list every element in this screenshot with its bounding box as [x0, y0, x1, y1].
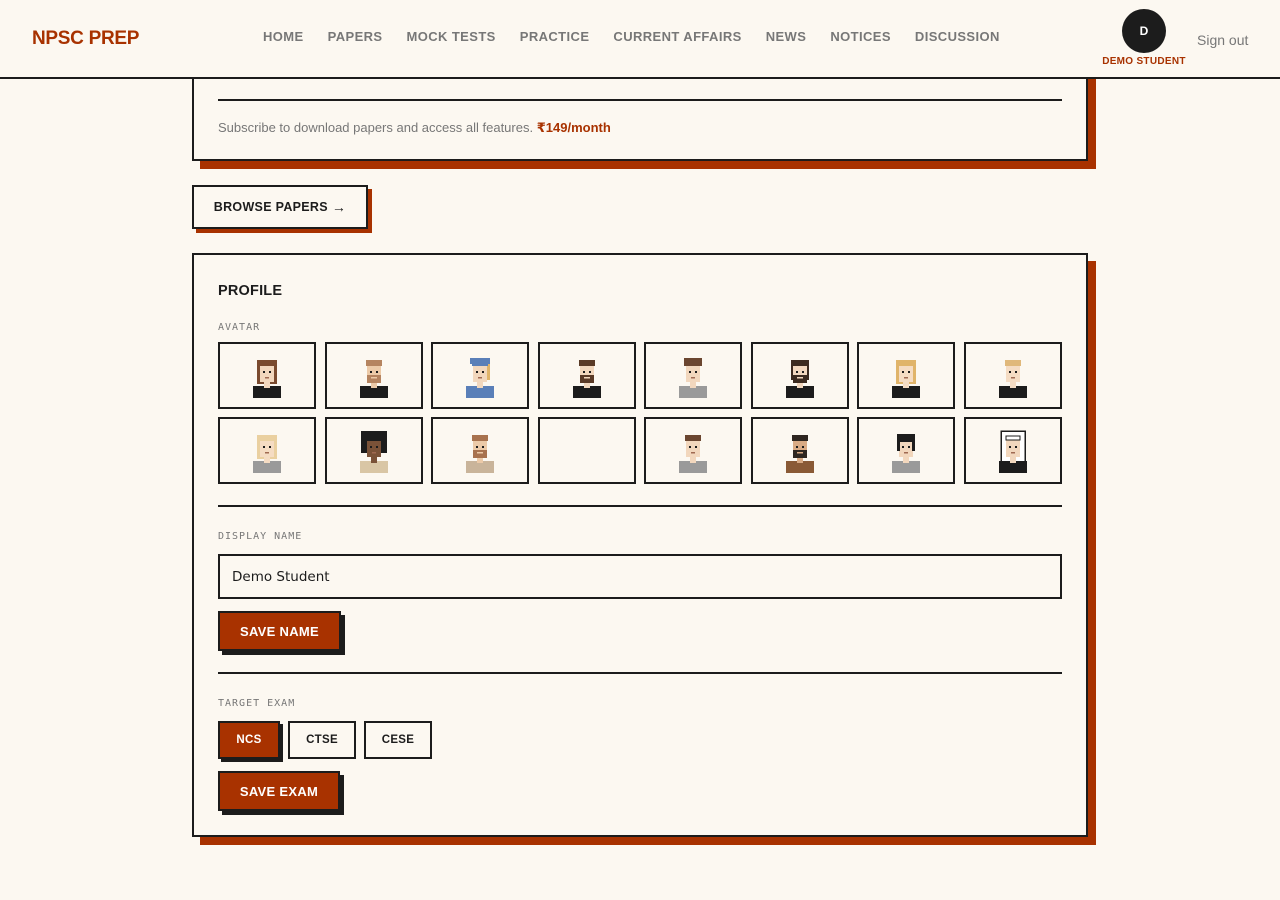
browse-papers-label: BROWSE PAPERS: [213, 200, 328, 214]
person-avatar-icon: [462, 354, 498, 398]
avatar-option-16[interactable]: [963, 417, 1062, 484]
nav-item-news[interactable]: NEWS: [766, 29, 807, 44]
target-exam-label: TARGET EXAM: [218, 698, 296, 709]
nav-item-practice[interactable]: PRACTICE: [520, 29, 590, 44]
display-name-input[interactable]: [218, 554, 1062, 599]
person-avatar-icon: [782, 429, 818, 473]
avatar-option-13[interactable]: [644, 417, 742, 484]
person-avatar-icon: [462, 429, 498, 473]
avatar-option-10[interactable]: [324, 417, 423, 484]
person-avatar-icon: [995, 354, 1031, 398]
nav-item-notices[interactable]: NOTICES: [830, 29, 891, 44]
top-navbar: NPSC PREP HOME PAPERS MOCK TESTS PRACTIC…: [0, 0, 1280, 79]
arrow-right-icon: →: [331, 199, 347, 215]
person-avatar-icon: [888, 354, 924, 398]
profile-card: PROFILE AVATAR DISPLAY NAME SAVE NAME TA…: [192, 253, 1088, 837]
avatar-option-14[interactable]: [750, 417, 849, 484]
user-avatar[interactable]: D: [1122, 9, 1166, 53]
user-display-name: DEMO STUDENT: [1102, 56, 1186, 67]
person-avatar-icon: [675, 429, 711, 473]
avatar-option-11[interactable]: [431, 417, 529, 484]
exam-option-cese[interactable]: CESE: [364, 721, 432, 759]
person-avatar-icon: [569, 354, 605, 398]
avatar-option-12[interactable]: [537, 417, 636, 484]
avatar-option-1[interactable]: [218, 342, 316, 409]
save-name-button[interactable]: SAVE NAME: [218, 611, 341, 651]
avatar-option-3[interactable]: [431, 342, 529, 409]
nav-item-home[interactable]: HOME: [263, 29, 304, 44]
avatar-option-5[interactable]: [644, 342, 742, 409]
nav-item-current-affairs[interactable]: CURRENT AFFAIRS: [613, 29, 741, 44]
person-avatar-icon: [249, 429, 285, 473]
brand-logo[interactable]: NPSC PREP: [32, 28, 139, 50]
person-avatar-icon: [675, 354, 711, 398]
divider: [218, 505, 1062, 507]
person-avatar-icon: [356, 429, 392, 473]
save-exam-button[interactable]: SAVE EXAM: [218, 771, 340, 811]
divider: [218, 99, 1062, 101]
exam-option-ncs[interactable]: NCS: [218, 721, 280, 759]
sign-out-link[interactable]: Sign out: [1197, 32, 1248, 48]
avatar-option-7[interactable]: [857, 342, 955, 409]
nav-item-papers[interactable]: PAPERS: [328, 29, 383, 44]
nav-item-mock-tests[interactable]: MOCK TESTS: [407, 29, 496, 44]
person-avatar-icon: [782, 354, 818, 398]
divider: [218, 672, 1062, 674]
person-avatar-icon: [249, 354, 285, 398]
avatar-option-6[interactable]: [750, 342, 849, 409]
avatar-option-15[interactable]: [857, 417, 955, 484]
subscription-message: Subscribe to download papers and access …: [218, 120, 611, 136]
avatar-option-2[interactable]: [324, 342, 423, 409]
avatar-label: AVATAR: [218, 322, 261, 333]
subscription-text: Subscribe to download papers and access …: [218, 120, 534, 135]
display-name-label: DISPLAY NAME: [218, 531, 303, 542]
subscription-price: ₹149/month: [536, 120, 611, 135]
browse-papers-button[interactable]: BROWSE PAPERS →: [192, 185, 368, 229]
nav-item-discussion[interactable]: DISCUSSION: [915, 29, 1000, 44]
avatar-option-4[interactable]: [537, 342, 636, 409]
profile-heading: PROFILE: [218, 283, 283, 299]
person-avatar-icon: [888, 429, 924, 473]
avatar-option-8[interactable]: [963, 342, 1062, 409]
avatar-picker: [218, 342, 1062, 484]
person-avatar-icon: [995, 429, 1031, 473]
main-nav: HOME PAPERS MOCK TESTS PRACTICE CURRENT …: [263, 29, 1024, 44]
person-avatar-icon: [356, 354, 392, 398]
avatar-option-9[interactable]: [218, 417, 316, 484]
target-exam-options: NCS CTSE CESE: [218, 721, 440, 759]
exam-option-ctse[interactable]: CTSE: [288, 721, 356, 759]
